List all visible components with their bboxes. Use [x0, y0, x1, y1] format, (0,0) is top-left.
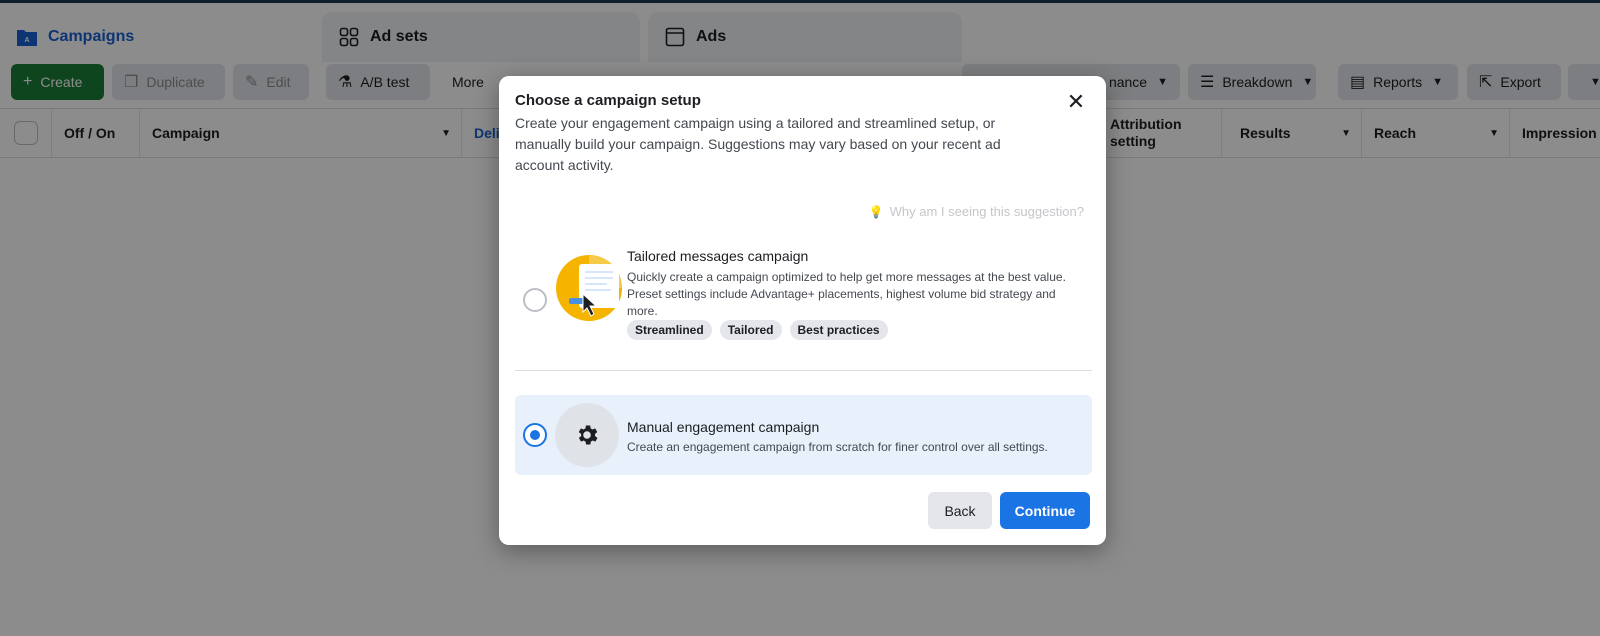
tag-streamlined: Streamlined	[627, 320, 712, 340]
option-manual-engagement[interactable]: Manual engagement campaign Create an eng…	[515, 395, 1092, 475]
option-tailored-messages[interactable]: Tailored messages campaign Quickly creat…	[515, 236, 1092, 354]
option-description: Create an engagement campaign from scrat…	[627, 440, 1048, 454]
ads-manager: A Campaigns Ad sets Ads + Create ❐ Dupli…	[0, 0, 1600, 636]
continue-button[interactable]: Continue	[1000, 492, 1090, 529]
why-suggestion-link[interactable]: 💡 Why am I seeing this suggestion?	[869, 204, 1084, 219]
lightbulb-icon: 💡	[868, 204, 884, 219]
tag-best-practices: Best practices	[789, 320, 888, 340]
option-title: Manual engagement campaign	[627, 419, 820, 435]
options-divider	[515, 370, 1092, 371]
dialog-description: Create your engagement campaign using a …	[515, 115, 1001, 173]
option-tags: Streamlined Tailored Best practices	[627, 320, 888, 340]
tag-tailored: Tailored	[719, 320, 782, 340]
option-description: Quickly create a campaign optimized to h…	[627, 270, 1066, 318]
why-suggestion-label: Why am I seeing this suggestion?	[889, 204, 1084, 219]
dialog-title: Choose a campaign setup	[515, 92, 701, 109]
close-icon[interactable]: ✕	[1064, 89, 1088, 114]
gear-icon	[555, 403, 619, 467]
option-title: Tailored messages campaign	[627, 248, 809, 264]
radio-manual-engagement[interactable]	[523, 423, 547, 447]
back-button[interactable]: Back	[928, 492, 992, 529]
campaign-setup-dialog: Choose a campaign setup ✕ Create your en…	[499, 76, 1106, 545]
radio-tailored-messages[interactable]	[523, 288, 547, 312]
tailored-campaign-illustration-icon	[555, 254, 623, 322]
